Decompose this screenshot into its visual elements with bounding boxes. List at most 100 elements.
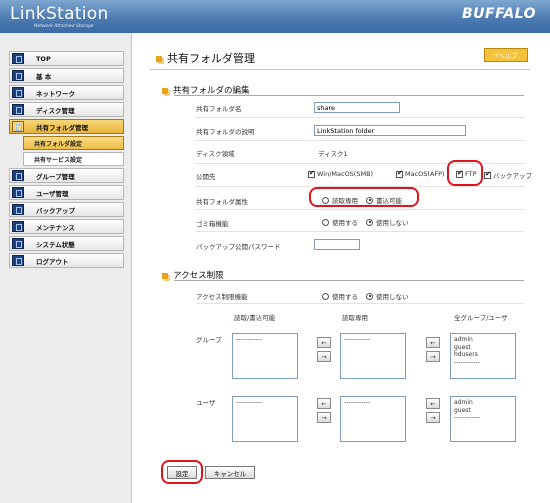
list-item[interactable]: ------------ (454, 359, 512, 367)
sidebar-item-label: メンテナンス (36, 223, 75, 232)
sidebar-subitem-folder-settings[interactable]: 共有フォルダ設定 (23, 136, 124, 150)
sidebar-item-network[interactable]: ネットワーク (9, 85, 124, 100)
logo-tagline: Network Attached Storage (34, 24, 94, 29)
highlight-ring-attr (309, 187, 419, 207)
folder-desc-label: 共有フォルダの説明 (196, 128, 255, 136)
publish-afp-checkbox[interactable]: MacOS(AFP) (396, 169, 445, 178)
basic-icon (12, 70, 24, 81)
radio-icon (322, 292, 329, 300)
radio-icon (322, 218, 329, 226)
group-readonly-list[interactable]: ------------ (340, 333, 406, 379)
sidebar-item-backup[interactable]: バックアップ (9, 202, 124, 217)
access-limit-label: アクセス制限機能 (196, 293, 248, 301)
checkbox-icon (308, 169, 315, 178)
option-label: MacOS(AFP) (405, 170, 445, 178)
radio-icon (366, 218, 373, 226)
sidebar-item-system[interactable]: システム状態 (9, 236, 124, 251)
sidebar-item-label: ユーザ管理 (36, 189, 69, 198)
sidebar-item-label: バックアップ (36, 206, 75, 215)
option-label: 使用する (332, 219, 358, 227)
sidebar-nav: TOP 基 本 ネットワーク ディスク管理 共有フォルダ管理 共有フォルダ設定 … (9, 51, 124, 270)
list-item[interactable]: ------------ (454, 414, 512, 422)
user-arrow-left-button-2[interactable]: ← (426, 398, 440, 409)
folder-desc-input[interactable]: LinkStation folder (314, 125, 466, 136)
user-arrow-right-button[interactable]: → (317, 412, 331, 423)
publish-backup-checkbox[interactable]: バックアップ (484, 170, 532, 180)
access-enable-radio[interactable]: 使用する (322, 291, 358, 301)
publish-smb-checkbox[interactable]: Win/MacOS(SMB) (308, 169, 374, 178)
help-button[interactable]: ?ヘルプ (484, 48, 528, 62)
divider (196, 231, 524, 232)
trash-disable-radio[interactable]: 使用しない (366, 217, 409, 227)
list-item[interactable]: ------------ (344, 399, 402, 407)
publish-label: 公開先 (196, 173, 216, 181)
group-arrow-left-button-2[interactable]: ← (426, 337, 440, 348)
trash-label: ゴミ箱機能 (196, 220, 229, 228)
list-item[interactable]: ------------ (236, 399, 294, 407)
list-item[interactable]: guest (454, 407, 512, 415)
group-all-list[interactable]: admin guest hdusers ------------ (450, 333, 516, 379)
page-title-text: 共有フォルダ管理 (167, 52, 255, 65)
list-item[interactable]: guest (454, 344, 512, 352)
user-icon (12, 187, 24, 198)
sidebar-item-user[interactable]: ユーザ管理 (9, 185, 124, 200)
divider (196, 117, 524, 118)
sidebar-item-label: ディスク管理 (36, 106, 75, 115)
user-readwrite-list[interactable]: ------------ (232, 396, 298, 442)
col-head-all: 全グループ/ユーザ (454, 314, 508, 322)
option-label: 使用しない (376, 293, 409, 301)
linkstation-logo: LinkStation (10, 4, 109, 24)
user-row-label: ユーザ (196, 399, 216, 407)
trash-enable-radio[interactable]: 使用する (322, 217, 358, 227)
option-label: Win/MacOS(SMB) (317, 170, 374, 178)
cancel-button[interactable]: キャンセル (205, 466, 255, 479)
sidebar-item-label: TOP (36, 54, 51, 63)
user-readonly-list[interactable]: ------------ (340, 396, 406, 442)
backup-password-input[interactable] (314, 239, 360, 250)
divider (174, 95, 524, 96)
group-arrow-right-button-2[interactable]: → (426, 351, 440, 362)
sidebar-item-label: 基 本 (36, 72, 52, 81)
sidebar-item-logout[interactable]: ログアウト (9, 253, 124, 268)
maintenance-icon (12, 221, 24, 232)
list-item[interactable]: ------------ (236, 336, 294, 344)
sidebar-item-label: ネットワーク (36, 89, 75, 98)
sidebar-item-shared-folder[interactable]: 共有フォルダ管理 (9, 119, 124, 134)
group-arrow-right-button[interactable]: → (317, 351, 331, 362)
list-item[interactable]: admin (454, 399, 512, 407)
sidebar-item-label: 共有フォルダ管理 (36, 123, 88, 132)
group-readwrite-list[interactable]: ------------ (232, 333, 298, 379)
option-label: 使用する (332, 293, 358, 301)
folder-name-input[interactable]: share (314, 102, 400, 113)
sidebar-item-label: グループ管理 (36, 172, 75, 181)
sidebar-item-label: システム状態 (36, 240, 75, 249)
backup-icon (12, 204, 24, 215)
user-all-list[interactable]: admin guest ------------ (450, 396, 516, 442)
list-item[interactable]: ------------ (344, 336, 402, 344)
user-arrow-left-button[interactable]: ← (317, 398, 331, 409)
bullet-icon (162, 272, 168, 279)
sidebar-item-maintenance[interactable]: メンテナンス (9, 219, 124, 234)
sidebar-item-top[interactable]: TOP (9, 51, 124, 66)
disk-area-value: ディスク1 (318, 150, 348, 158)
main-content: 共有フォルダ管理 ?ヘルプ 共有フォルダの編集 共有フォルダ名 share 共有… (132, 33, 550, 503)
logout-icon (12, 255, 24, 266)
disk-area-label: ディスク領域 (196, 150, 235, 158)
sidebar-item-disk[interactable]: ディスク管理 (9, 102, 124, 117)
highlight-ring-submit (161, 460, 203, 484)
sidebar-item-group[interactable]: グループ管理 (9, 168, 124, 183)
system-icon (12, 238, 24, 249)
sidebar-item-basic[interactable]: 基 本 (9, 68, 124, 83)
access-disable-radio[interactable]: 使用しない (366, 291, 409, 301)
list-item[interactable]: admin (454, 336, 512, 344)
bullet-icon (162, 87, 168, 94)
sidebar-subitem-service-settings[interactable]: 共有サービス設定 (23, 152, 124, 166)
network-icon (12, 87, 24, 98)
group-arrow-left-button[interactable]: ← (317, 337, 331, 348)
folder-icon (12, 121, 24, 132)
col-head-readonly: 読取専用 (342, 314, 368, 322)
top-icon (12, 53, 24, 64)
buffalo-brand-logo: BUFFALO (461, 6, 536, 22)
user-arrow-right-button-2[interactable]: → (426, 412, 440, 423)
list-item[interactable]: hdusers (454, 351, 512, 359)
